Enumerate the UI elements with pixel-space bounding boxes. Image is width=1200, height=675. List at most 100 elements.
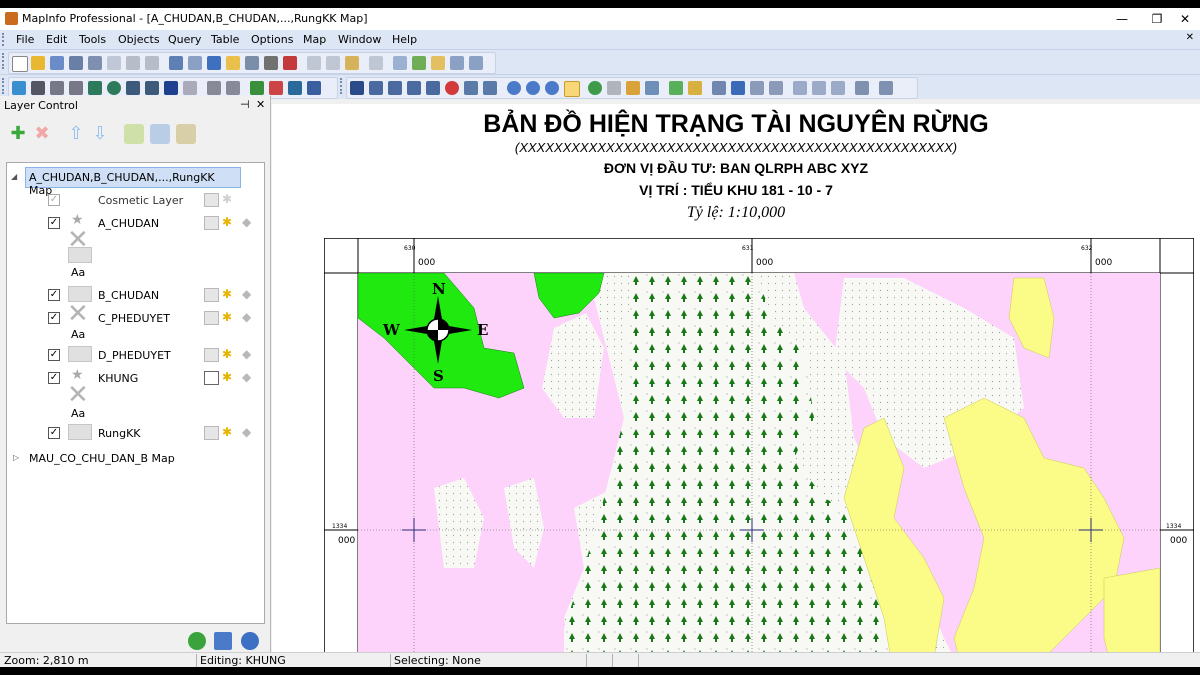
- drag-map-icon[interactable]: [645, 81, 659, 95]
- new-table-icon[interactable]: [12, 56, 28, 72]
- polygon-icon[interactable]: [88, 81, 102, 95]
- find-icon[interactable]: [126, 56, 140, 70]
- zoom-in-icon[interactable]: [507, 81, 521, 95]
- move-down-icon[interactable]: ⇩: [90, 124, 110, 144]
- text-icon[interactable]: [164, 81, 178, 95]
- theme-map-icon[interactable]: [831, 81, 845, 95]
- arc-icon[interactable]: [69, 81, 83, 95]
- map-node-label-2[interactable]: MAU_CO_CHU_DAN_B Map: [29, 452, 175, 465]
- open-icon[interactable]: [31, 56, 45, 70]
- undo-icon[interactable]: [107, 56, 121, 70]
- pin-icon[interactable]: ⊣: [240, 98, 250, 111]
- move-up-icon[interactable]: ⇧: [66, 124, 86, 144]
- rectangle-icon[interactable]: [126, 81, 140, 95]
- refresh-icon[interactable]: [188, 632, 206, 650]
- hotlink-icon[interactable]: [607, 81, 621, 95]
- region-style-icon[interactable]: [288, 81, 302, 95]
- map-node-selected[interactable]: A_CHUDAN,B_CHUDAN,...,RungKK Map: [25, 167, 241, 197]
- legend-icon[interactable]: [431, 56, 445, 70]
- tag-icon[interactable]: ◆: [242, 348, 255, 360]
- scale-bar-icon[interactable]: [812, 81, 826, 95]
- info-tool-icon[interactable]: [469, 56, 483, 70]
- statistics-icon[interactable]: [450, 56, 464, 70]
- minimize-button[interactable]: —: [1102, 9, 1142, 29]
- export-pdf-icon[interactable]: [283, 56, 297, 70]
- layer-checkbox-rungkk[interactable]: ✓: [48, 427, 60, 439]
- cut-icon[interactable]: [307, 56, 321, 70]
- menu-map[interactable]: Map: [303, 33, 326, 46]
- save-copy-icon[interactable]: [169, 56, 183, 70]
- undo-edit-icon[interactable]: [369, 56, 383, 70]
- open-workspace-icon[interactable]: [50, 56, 64, 70]
- layer-checkbox-khung[interactable]: ✓: [48, 372, 60, 384]
- panel-close-button[interactable]: ✕: [256, 98, 265, 111]
- ruler-icon[interactable]: [688, 81, 702, 95]
- menu-options[interactable]: Options: [251, 33, 293, 46]
- find-selection-icon[interactable]: [145, 56, 159, 70]
- editable-icon[interactable]: [204, 288, 219, 302]
- help-icon[interactable]: [241, 632, 259, 650]
- tag-icon[interactable]: ◆: [242, 288, 255, 300]
- browser-icon[interactable]: [393, 56, 407, 70]
- tag-icon[interactable]: ◆: [242, 311, 255, 323]
- graph-select-icon[interactable]: [483, 81, 497, 95]
- new-folder-icon[interactable]: [226, 56, 240, 70]
- remove-layer-icon[interactable]: ✖: [32, 124, 52, 144]
- label-toggle-icon[interactable]: ✱: [222, 216, 235, 228]
- print-icon[interactable]: [264, 56, 278, 70]
- text-style-icon[interactable]: [307, 81, 321, 95]
- menu-edit[interactable]: Edit: [46, 33, 67, 46]
- add-node-icon[interactable]: [226, 81, 240, 95]
- graph-icon[interactable]: [412, 56, 426, 70]
- symbol-icon[interactable]: [12, 81, 26, 95]
- map-window-icon[interactable]: [207, 56, 221, 70]
- tag-icon[interactable]: ◆: [242, 371, 255, 383]
- select-icon[interactable]: [350, 81, 364, 95]
- label-toggle-icon[interactable]: ✱: [222, 193, 235, 205]
- print-preview-icon[interactable]: [245, 56, 259, 70]
- line-style-icon[interactable]: [269, 81, 283, 95]
- zoom-out-icon[interactable]: [526, 81, 540, 95]
- layer-properties-icon[interactable]: [124, 124, 144, 144]
- options-icon[interactable]: [879, 81, 893, 95]
- marquee-select-icon[interactable]: [369, 81, 383, 95]
- editable-icon[interactable]: [204, 348, 219, 362]
- ellipse-icon[interactable]: [107, 81, 121, 95]
- menu-table[interactable]: Table: [211, 33, 239, 46]
- menu-query[interactable]: Query: [168, 33, 201, 46]
- info-icon[interactable]: [588, 81, 602, 95]
- label-toggle-icon[interactable]: ✱: [222, 311, 235, 323]
- layout-designer-icon[interactable]: [855, 81, 869, 95]
- frame-icon[interactable]: [183, 81, 197, 95]
- label-toggle-icon[interactable]: ✱: [222, 426, 235, 438]
- mdi-close-button[interactable]: ✕: [1186, 32, 1194, 43]
- legend-designer-icon[interactable]: [712, 81, 726, 95]
- polygon-select-icon[interactable]: [407, 81, 421, 95]
- layer-options-icon[interactable]: [214, 632, 232, 650]
- layer-checkbox-d-pheduyet[interactable]: ✓: [48, 349, 60, 361]
- menu-tools[interactable]: Tools: [79, 33, 106, 46]
- tag-icon[interactable]: ◆: [242, 426, 255, 438]
- menu-objects[interactable]: Objects: [118, 33, 160, 46]
- expand-arrow-icon[interactable]: ▷: [13, 453, 19, 462]
- editable-active-icon[interactable]: [204, 371, 219, 385]
- change-view-icon[interactable]: [545, 81, 559, 95]
- menu-window[interactable]: Window: [338, 33, 381, 46]
- save-workspace-icon[interactable]: [88, 56, 102, 70]
- copy-icon[interactable]: [326, 56, 340, 70]
- line-icon[interactable]: [31, 81, 45, 95]
- layer-checkbox-cosmetic[interactable]: ✓: [48, 194, 60, 206]
- menu-file[interactable]: File: [16, 33, 34, 46]
- label-toggle-icon[interactable]: ✱: [222, 371, 235, 383]
- paste-icon[interactable]: [345, 56, 359, 70]
- layer-checkbox-a-chudan[interactable]: ✓: [48, 217, 60, 229]
- editable-icon[interactable]: [204, 311, 219, 325]
- layer-checkbox-b-chudan[interactable]: ✓: [48, 289, 60, 301]
- map-canvas[interactable]: BẢN ĐỒ HIỆN TRẠNG TÀI NGUYÊN RỪNG (XXXXX…: [272, 104, 1200, 660]
- unselect-icon[interactable]: [445, 81, 459, 95]
- close-button[interactable]: ✕: [1170, 9, 1200, 29]
- grabber-icon[interactable]: [564, 81, 580, 97]
- editable-icon[interactable]: [204, 216, 219, 230]
- editable-icon[interactable]: [204, 193, 219, 207]
- label-toggle-icon[interactable]: ✱: [222, 348, 235, 360]
